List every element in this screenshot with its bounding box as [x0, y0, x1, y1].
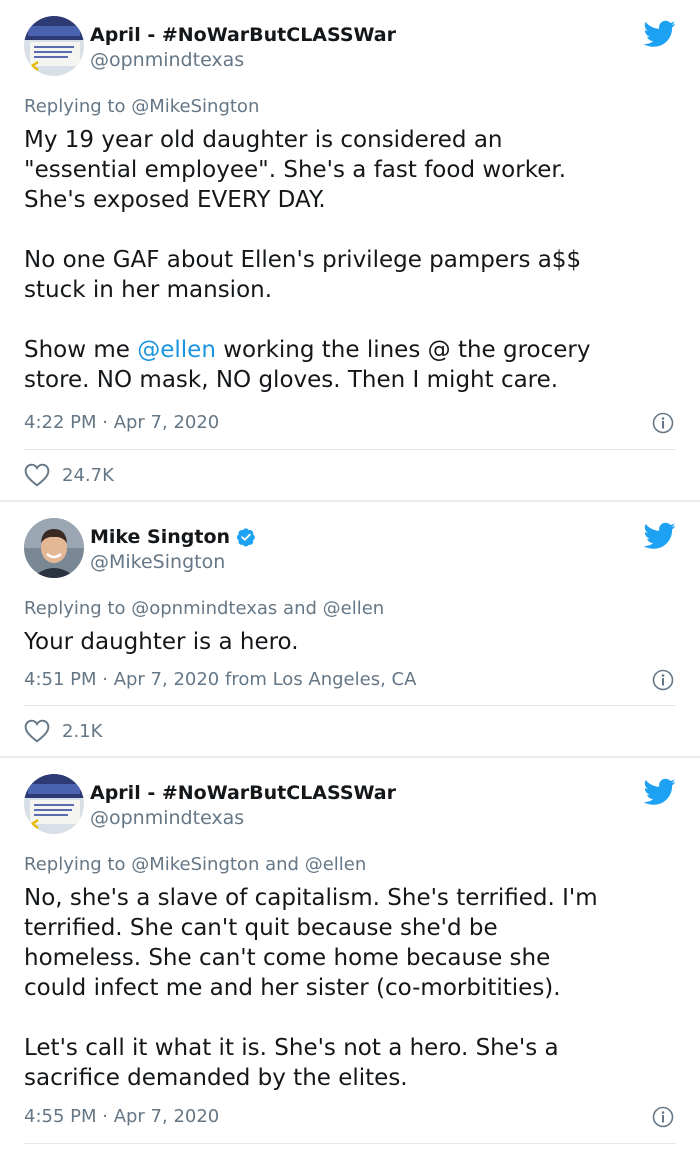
reply-mention[interactable]: @MikeSington [131, 96, 259, 117]
text-line: No, she's a slave of capitalism. She's t… [24, 885, 598, 911]
ellen-mention-link[interactable]: @ellen [137, 337, 216, 363]
reply-and: and [283, 598, 317, 619]
text-line: My 19 year old daughter is considered an [24, 127, 503, 153]
verified-badge-icon [236, 528, 255, 547]
protest-sign-avatar[interactable] [24, 16, 84, 76]
reply-context: Replying to @MikeSington [24, 96, 259, 117]
tweet-card[interactable]: April - #NoWarButCLASSWar @opnmindtexas … [0, 0, 700, 500]
display-name[interactable]: April - #NoWarButCLASSWar [90, 24, 396, 46]
display-name[interactable]: Mike Sington [90, 526, 230, 548]
text-line: terrified. She can't quit because she'd … [24, 915, 498, 941]
reply-context: Replying to @MikeSington and @ellen [24, 854, 366, 875]
twitter-bird-icon[interactable] [644, 522, 676, 550]
like-action[interactable]: 24.7K [24, 463, 114, 487]
tweet-card[interactable]: Mike Sington @MikeSington Replying to @o… [0, 502, 700, 756]
text-line: store. NO mask, NO gloves. Then I might … [24, 367, 559, 393]
like-action[interactable]: 2.1K [24, 719, 102, 743]
reply-mention[interactable]: @opnmindtexas [131, 598, 277, 619]
heart-icon[interactable] [24, 463, 50, 487]
reply-mention[interactable]: @MikeSington [131, 854, 259, 875]
timestamp[interactable]: 4:22 PM · Apr 7, 2020 [24, 412, 219, 433]
heart-icon[interactable] [24, 719, 50, 743]
text-line: No one GAF about Ellen's privilege pampe… [24, 247, 582, 273]
timestamp[interactable]: 4:51 PM · Apr 7, 2020 from Los Angeles, … [24, 669, 416, 690]
divider [24, 705, 676, 706]
author-row: April - #NoWarButCLASSWar [90, 780, 396, 806]
tweet-text: Your daughter is a hero. [24, 627, 674, 657]
protest-sign-avatar[interactable] [24, 774, 84, 834]
tweet-card[interactable]: April - #NoWarButCLASSWar @opnmindtexas … [0, 758, 700, 1150]
display-name[interactable]: April - #NoWarButCLASSWar [90, 782, 396, 804]
divider [24, 1143, 676, 1144]
text-line: Your daughter is a hero. [24, 629, 299, 655]
reply-prefix: Replying to [24, 96, 126, 117]
text-line: sacrifice demanded by the elites. [24, 1065, 408, 1091]
handle[interactable]: @MikeSington [90, 551, 225, 573]
tweet-text: No, she's a slave of capitalism. She's t… [24, 883, 674, 1093]
text-segment: working the lines @ the grocery [215, 337, 591, 363]
text-line: She's exposed EVERY DAY. [24, 187, 326, 213]
info-icon[interactable] [652, 1106, 674, 1128]
reply-and: and [265, 854, 299, 875]
reply-mention[interactable]: @ellen [323, 598, 385, 619]
profile-photo-avatar[interactable] [24, 518, 84, 578]
divider [24, 449, 676, 450]
like-count: 2.1K [62, 720, 103, 742]
reply-prefix: Replying to [24, 598, 126, 619]
twitter-bird-icon[interactable] [644, 778, 676, 806]
reply-context: Replying to @opnmindtexas and @ellen [24, 598, 384, 619]
timestamp[interactable]: 4:55 PM · Apr 7, 2020 [24, 1106, 219, 1127]
text-line: could infect me and her sister (co-morbi… [24, 975, 561, 1001]
handle[interactable]: @opnmindtexas [90, 49, 244, 71]
info-icon[interactable] [652, 669, 674, 691]
text-line: Show me @ellen working the lines @ the g… [24, 335, 674, 365]
info-icon[interactable] [652, 412, 674, 434]
text-line: stuck in her mansion. [24, 277, 273, 303]
text-line: Let's call it what it is. She's not a he… [24, 1035, 559, 1061]
author-row: April - #NoWarButCLASSWar [90, 22, 396, 48]
like-count: 24.7K [62, 464, 114, 486]
text-line: homeless. She can't come home because sh… [24, 945, 551, 971]
reply-prefix: Replying to [24, 854, 126, 875]
tweet-text: My 19 year old daughter is considered an… [24, 125, 674, 395]
twitter-bird-icon[interactable] [644, 20, 676, 48]
text-segment: Show me [24, 337, 138, 363]
text-line: "essential employee". She's a fast food … [24, 157, 567, 183]
handle[interactable]: @opnmindtexas [90, 807, 244, 829]
author-row: Mike Sington [90, 524, 256, 550]
reply-mention[interactable]: @ellen [305, 854, 367, 875]
